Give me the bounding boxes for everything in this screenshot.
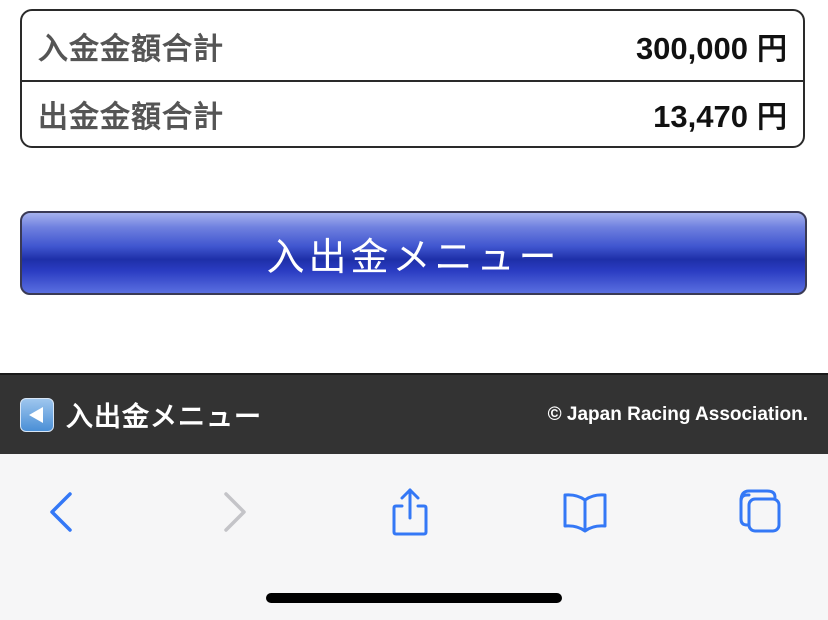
footer-bar: 入出金メニュー © Japan Racing Association. <box>0 373 828 454</box>
share-icon <box>392 488 428 536</box>
deposit-total-amount: 300,000 円 <box>636 24 787 68</box>
withdrawal-total-amount: 13,470 円 <box>653 92 787 136</box>
tabs-button[interactable] <box>732 484 788 540</box>
browser-toolbar <box>0 454 828 620</box>
withdrawal-total-unit: 円 <box>757 100 787 135</box>
withdrawal-total-row: 出金金額合計 13,470 円 <box>22 80 803 146</box>
bookmarks-icon <box>563 493 607 533</box>
deposit-total-unit: 円 <box>757 31 787 67</box>
bookmarks-button[interactable] <box>557 484 613 540</box>
copyright-text: © Japan Racing Association. <box>547 403 808 425</box>
deposit-withdrawal-menu-button[interactable]: 入出金メニュー <box>20 211 807 295</box>
page: 入金金額合計 300,000 円 出金金額合計 13,470 円 入出金メニュー… <box>0 0 828 620</box>
deposit-total-row: 入金金額合計 300,000 円 <box>22 11 803 80</box>
forward-button[interactable] <box>207 484 263 540</box>
totals-table: 入金金額合計 300,000 円 出金金額合計 13,470 円 <box>20 9 805 148</box>
withdrawal-total-value: 13,470 <box>653 99 748 134</box>
home-indicator[interactable] <box>266 593 562 603</box>
back-to-menu-link[interactable]: 入出金メニュー <box>20 395 262 434</box>
back-icon <box>50 492 72 532</box>
left-arrow-icon <box>20 397 54 432</box>
forward-icon <box>224 492 246 532</box>
withdrawal-total-label: 出金金額合計 <box>38 100 224 135</box>
back-to-menu-label: 入出金メニュー <box>66 402 262 433</box>
tabs-icon <box>739 489 781 533</box>
share-button[interactable] <box>382 484 438 540</box>
back-button[interactable] <box>33 484 89 540</box>
deposit-total-label: 入金金額合計 <box>38 31 224 67</box>
deposit-total-value: 300,000 <box>635 30 748 66</box>
